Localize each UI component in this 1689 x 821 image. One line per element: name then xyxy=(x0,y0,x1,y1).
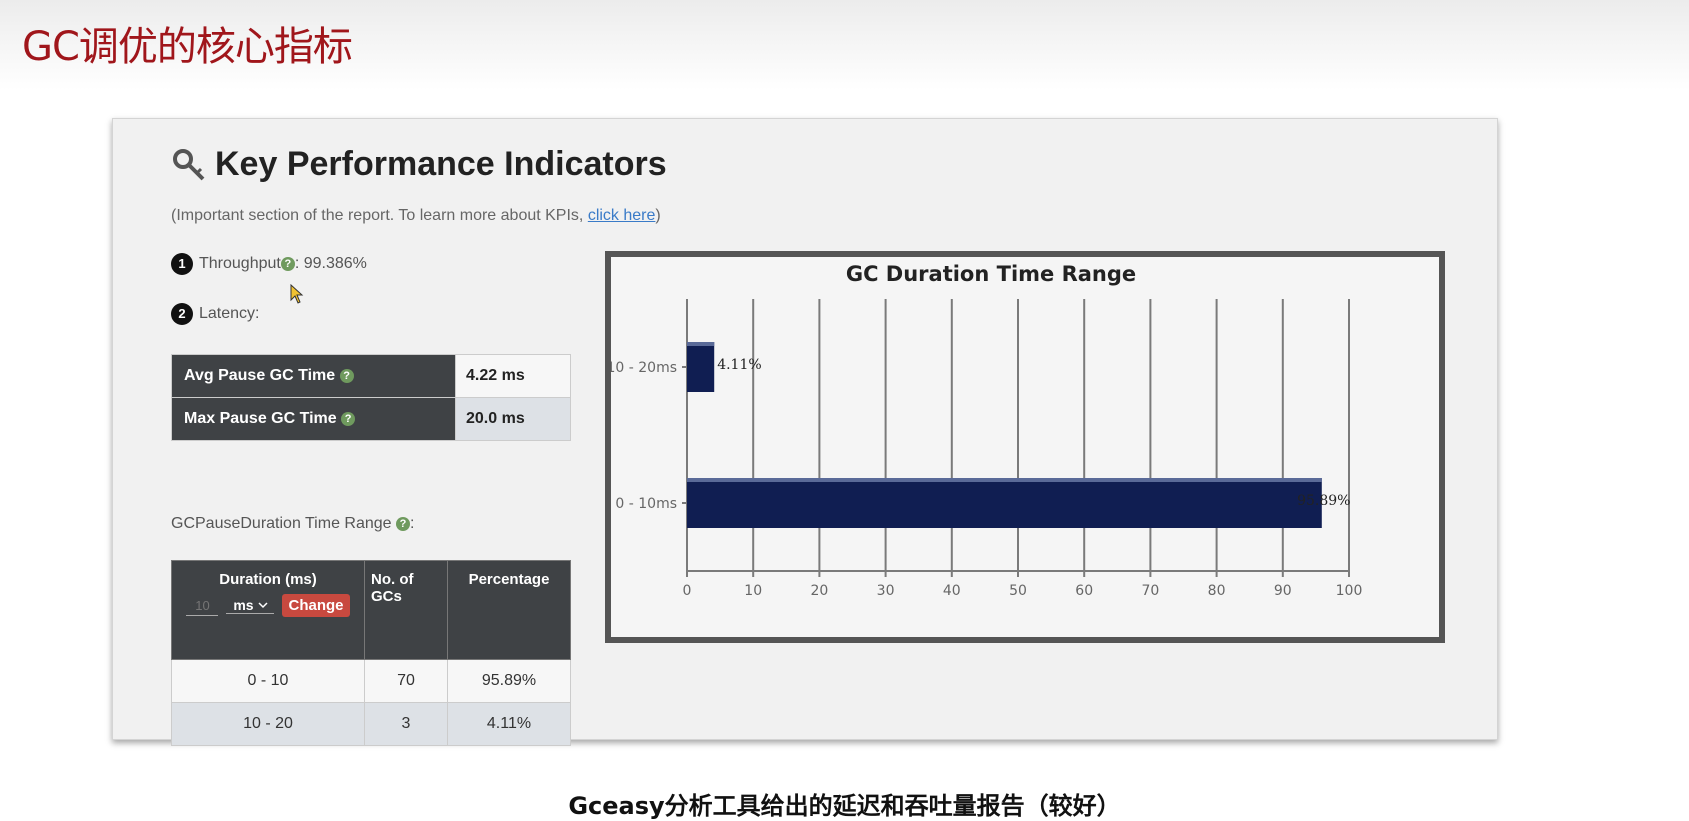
max-pause-value: 20.0 ms xyxy=(455,397,571,441)
x-tick-label: 0 xyxy=(683,583,692,599)
kpi-learn-more-link[interactable]: click here xyxy=(588,207,656,224)
x-tick-label: 100 xyxy=(1336,583,1363,599)
unit-select-value: ms xyxy=(233,597,254,613)
throughput-label: Throughput xyxy=(199,255,281,273)
max-pause-help-icon[interactable]: ? xyxy=(341,411,356,426)
range-label-suffix: : xyxy=(410,515,415,532)
x-tick-label: 90 xyxy=(1274,583,1292,599)
bar-data-label: 4.11% xyxy=(717,357,761,373)
mouse-cursor-icon xyxy=(290,284,304,304)
pause-time-table: Avg Pause GC Time ? 4.22 ms Max Pause GC… xyxy=(171,354,571,441)
kpi-title: Key Performance Indicators xyxy=(215,145,667,183)
interval-input[interactable] xyxy=(186,595,219,616)
x-tick-label: 50 xyxy=(1009,583,1027,599)
key-icon xyxy=(173,148,205,180)
unit-select[interactable]: ms xyxy=(226,597,275,614)
avg-pause-help-icon[interactable]: ? xyxy=(339,368,354,383)
change-button[interactable]: Change xyxy=(282,594,350,617)
table-row: Max Pause GC Time ? 20.0 ms xyxy=(171,397,571,441)
gc-duration-chart: GC Duration Time Range 0 10 20 30 40 50 60 70 80 9… xyxy=(605,251,1445,643)
latency-badge: 2 xyxy=(171,303,193,325)
chart-title: GC Duration Time Range xyxy=(846,262,1136,286)
x-tick-label: 80 xyxy=(1208,583,1226,599)
table-header-row: Duration (ms) ms Change No. of GCs Perce… xyxy=(171,560,571,660)
kpi-subtitle: (Important section of the report. To lea… xyxy=(171,207,661,225)
x-tick-label: 40 xyxy=(943,583,961,599)
x-tick-label: 30 xyxy=(877,583,895,599)
gc-duration-chart-svg: GC Duration Time Range 0 10 20 30 40 50 60 70 80 9… xyxy=(606,262,1363,599)
table-row: 0 - 10 70 95.89% xyxy=(171,659,571,703)
pct-cell: 95.89% xyxy=(447,659,571,703)
latency-label: Latency: xyxy=(199,305,260,323)
max-pause-label: Max Pause GC Time xyxy=(184,410,337,427)
slide-title: GC调优的核心指标 xyxy=(22,24,353,70)
kpi-panel: Key Performance Indicators (Important se… xyxy=(112,118,1498,746)
x-tick-label: 20 xyxy=(810,583,828,599)
range-section-label: GCPauseDuration Time Range ?: xyxy=(171,515,414,533)
throughput-value: : 99.386% xyxy=(294,255,367,273)
range-cell: 0 - 10 xyxy=(171,659,365,703)
bar-data-label: 95.89% xyxy=(1297,493,1350,509)
avg-pause-value: 4.22 ms xyxy=(455,354,571,398)
percentage-header: Percentage xyxy=(447,560,571,660)
max-pause-label-cell: Max Pause GC Time ? xyxy=(171,397,456,441)
count-cell: 3 xyxy=(364,702,448,746)
chevron-down-icon xyxy=(258,601,268,608)
duration-range-table: Duration (ms) ms Change No. of GCs Perce… xyxy=(171,560,571,746)
throughput-badge: 1 xyxy=(171,253,193,275)
throughput-help-icon[interactable]: ? xyxy=(280,257,295,271)
range-cell: 10 - 20 xyxy=(171,702,365,746)
y-tick-label: 0 - 10ms xyxy=(615,496,677,512)
count-header: No. of GCs xyxy=(364,560,448,660)
latency-row: 2 Latency: xyxy=(171,303,259,325)
chart-bar xyxy=(687,478,1322,528)
x-tick-label: 70 xyxy=(1141,583,1159,599)
duration-header: Duration (ms) ms Change xyxy=(171,560,365,660)
table-row: 10 - 20 3 4.11% xyxy=(171,702,571,746)
throughput-row: 1 Throughput?: 99.386% xyxy=(171,253,367,275)
avg-pause-label-cell: Avg Pause GC Time ? xyxy=(171,354,456,398)
chart-bar xyxy=(687,342,715,392)
duration-header-label: Duration (ms) xyxy=(219,571,317,588)
avg-pause-label: Avg Pause GC Time xyxy=(184,367,336,384)
subtitle-suffix: ) xyxy=(655,207,661,224)
chart-bar-highlight xyxy=(687,478,1322,482)
pct-cell: 4.11% xyxy=(447,702,571,746)
range-help-icon[interactable]: ? xyxy=(396,516,411,531)
table-row: Avg Pause GC Time ? 4.22 ms xyxy=(171,354,571,398)
x-tick-label: 60 xyxy=(1075,583,1093,599)
subtitle-prefix: (Important section of the report. To lea… xyxy=(171,207,588,224)
range-label-text: GCPauseDuration Time Range xyxy=(171,515,392,532)
x-tick-label: 10 xyxy=(744,583,762,599)
count-cell: 70 xyxy=(364,659,448,703)
y-tick-label: 10 - 20ms xyxy=(611,360,677,376)
chart-bar-highlight xyxy=(687,342,715,346)
duration-controls: ms Change xyxy=(178,594,358,617)
kpi-header: Key Performance Indicators xyxy=(171,145,667,184)
